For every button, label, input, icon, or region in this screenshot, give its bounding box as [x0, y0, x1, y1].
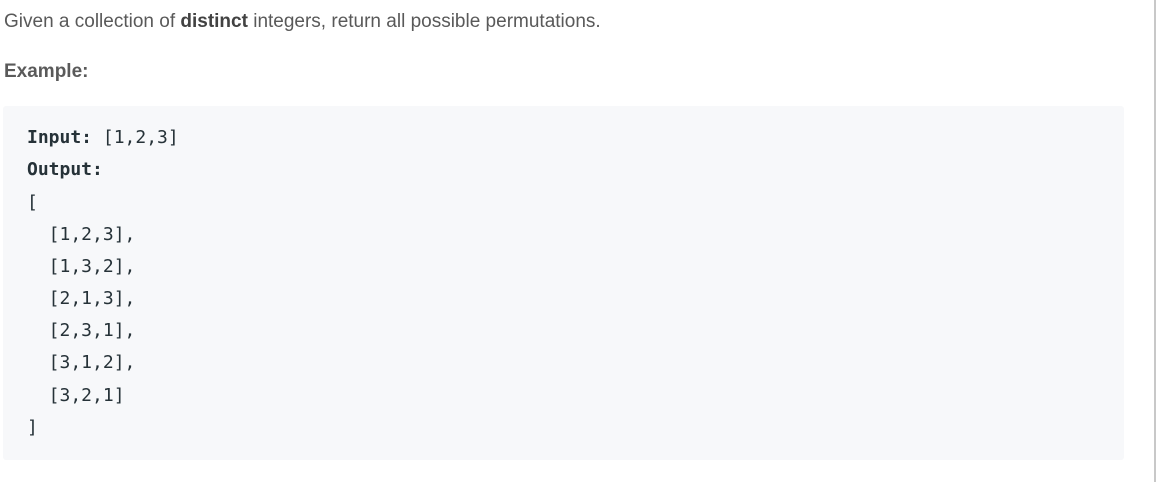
output-permutation-line: [2,1,3],	[27, 288, 136, 309]
description-text-start: Given a collection of	[4, 11, 181, 32]
output-line: Output:	[27, 159, 103, 181]
output-permutation-line: [1,2,3],	[27, 224, 136, 245]
problem-description: Given a collection of distinct integers,…	[4, 10, 601, 34]
pane-divider[interactable]	[1154, 0, 1156, 482]
output-permutation-line: [3,1,2],	[27, 352, 136, 373]
input-label: Input:	[27, 127, 93, 148]
description-text-end: integers, return all possible permutatio…	[247, 11, 601, 32]
output-permutation-line: [3,2,1]	[27, 385, 125, 406]
output-permutation-line: [2,3,1],	[27, 320, 136, 341]
output-close-bracket: ]	[27, 417, 38, 438]
example-heading: Example:	[4, 61, 89, 82]
output-label: Output:	[27, 159, 103, 180]
input-line: Input: [1,2,3]	[27, 127, 179, 149]
example-code-block: Input: [1,2,3] Output: [ [1,2,3], [1,3,2…	[3, 106, 1124, 460]
output-permutation-line: [1,3,2],	[27, 256, 136, 277]
description-emphasis: distinct	[180, 11, 248, 32]
input-value: [1,2,3]	[92, 127, 179, 148]
output-open-bracket: [	[27, 192, 38, 213]
